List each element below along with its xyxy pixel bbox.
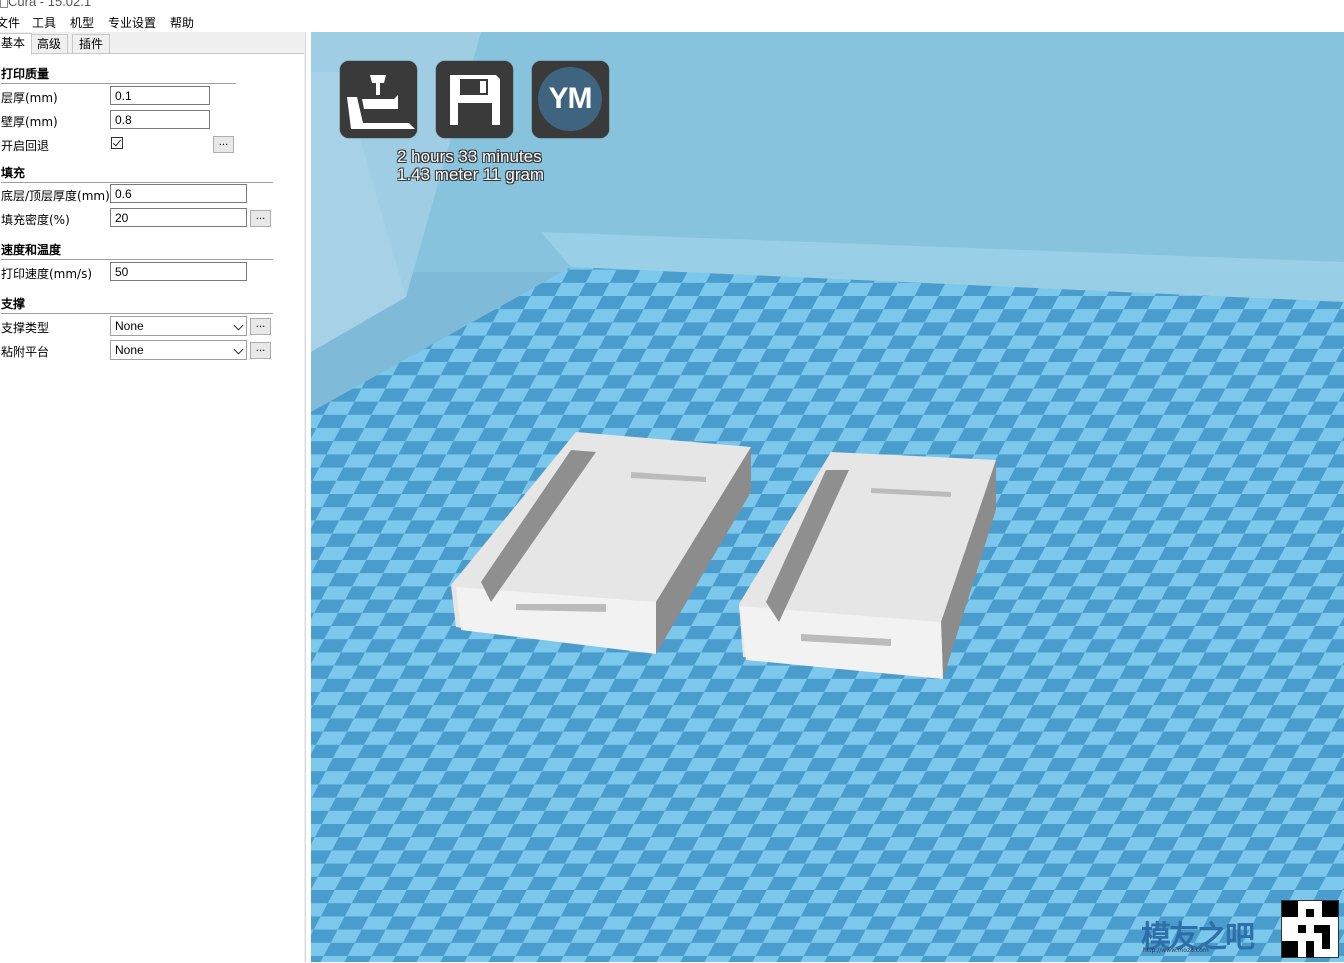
shell-thickness-input[interactable]: 0.8 bbox=[110, 110, 210, 129]
basic-settings: 打印质量 层厚(mm) 0.1 壁厚(mm) 0.8 开启回退 ... 填充 底… bbox=[0, 53, 304, 963]
menu-tools[interactable]: 工具 bbox=[32, 14, 56, 31]
tab-advanced[interactable]: 高级 bbox=[30, 34, 69, 54]
label-platform-adhesion: 粘附平台 bbox=[1, 345, 50, 359]
bottom-top-thickness-input[interactable]: 0.6 bbox=[110, 184, 247, 203]
label-support-type: 支撑类型 bbox=[1, 321, 50, 335]
ym-button[interactable]: YM bbox=[532, 61, 609, 138]
adhesion-more-button[interactable]: ... bbox=[250, 342, 271, 359]
support-more-button[interactable]: ... bbox=[250, 318, 271, 335]
tab-plugins[interactable]: 插件 bbox=[72, 34, 111, 54]
print-material: 1.43 meter 11 gram bbox=[397, 165, 545, 184]
label-fill-density: 填充密度(%) bbox=[1, 213, 70, 227]
support-type-select[interactable]: None bbox=[110, 316, 247, 336]
qr-code bbox=[1281, 900, 1339, 958]
menu-machine[interactable]: 机型 bbox=[70, 14, 94, 31]
load-icon bbox=[347, 75, 415, 129]
label-layer-height: 层厚(mm) bbox=[1, 91, 58, 105]
tab-basic[interactable]: 基本 bbox=[0, 33, 33, 55]
app-icon bbox=[0, 0, 8, 8]
retraction-more-button[interactable]: ... bbox=[213, 136, 234, 153]
title-bar: Cura - 15.02.1 bbox=[0, 0, 1344, 10]
chevron-down-icon bbox=[233, 320, 244, 331]
menu-bar: 文件 工具 机型 专业设置 帮助 bbox=[0, 12, 1344, 32]
print-time: 2 hours 33 minutes bbox=[397, 147, 542, 166]
qr-code-icon bbox=[1282, 901, 1338, 957]
menu-help[interactable]: 帮助 bbox=[170, 14, 194, 31]
menu-expert[interactable]: 专业设置 bbox=[108, 14, 156, 31]
print-speed-input[interactable]: 50 bbox=[110, 262, 247, 281]
section-fill: 填充 bbox=[1, 164, 273, 183]
section-speed-temperature: 速度和温度 bbox=[1, 241, 273, 260]
settings-panel: 基本 高级 插件 打印质量 层厚(mm) 0.1 壁厚(mm) 0.8 开启回退… bbox=[0, 32, 306, 963]
menu-file[interactable]: 文件 bbox=[0, 14, 20, 31]
support-type-value: None bbox=[115, 319, 144, 333]
settings-tabs: 基本 高级 插件 bbox=[0, 33, 305, 55]
ym-icon: YM bbox=[538, 67, 602, 131]
fill-more-button[interactable]: ... bbox=[250, 210, 271, 227]
window-title: Cura - 15.02.1 bbox=[8, 0, 92, 9]
layer-height-input[interactable]: 0.1 bbox=[110, 86, 210, 105]
save-icon bbox=[450, 75, 500, 125]
3d-viewport[interactable]: YM 2 hours 33 minutes 1.43 meter 11 gram… bbox=[311, 32, 1344, 962]
save-gcode-button[interactable] bbox=[436, 61, 513, 138]
label-print-speed: 打印速度(mm/s) bbox=[1, 267, 93, 281]
label-shell-thickness: 壁厚(mm) bbox=[1, 115, 58, 129]
load-model-button[interactable] bbox=[340, 61, 417, 138]
retraction-checkbox[interactable] bbox=[111, 137, 123, 149]
print-estimate: 2 hours 33 minutes 1.43 meter 11 gram bbox=[397, 148, 544, 184]
label-retraction: 开启回退 bbox=[1, 139, 50, 153]
chevron-down-icon bbox=[233, 344, 244, 355]
platform-adhesion-select[interactable]: None bbox=[110, 340, 247, 360]
section-support: 支撑 bbox=[1, 295, 273, 314]
fill-density-input[interactable]: 20 bbox=[110, 208, 247, 227]
label-bottom-top-thickness: 底层/顶层厚度(mm) bbox=[1, 189, 110, 203]
section-print-quality: 打印质量 bbox=[1, 65, 236, 84]
watermark-url: http://www.moz8.com bbox=[1143, 947, 1209, 954]
platform-adhesion-value: None bbox=[115, 343, 144, 357]
